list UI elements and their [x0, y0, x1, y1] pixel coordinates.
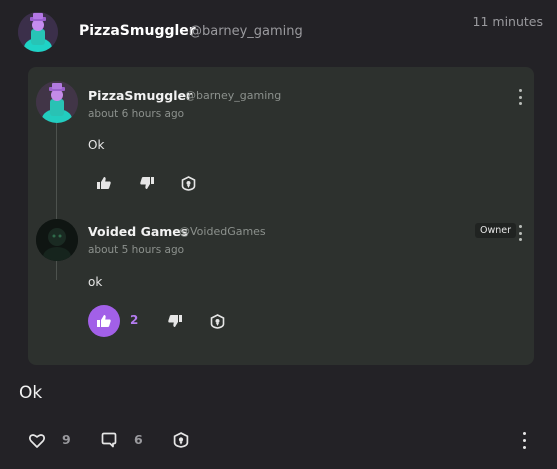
author-handle[interactable]: @barney_gaming	[189, 24, 303, 39]
author-avatar[interactable]	[18, 12, 58, 52]
thumbs-down-icon[interactable]	[165, 313, 185, 329]
comment-author-handle[interactable]: @barney_gaming	[185, 89, 281, 102]
comment-timestamp: about 5 hours ago	[88, 244, 185, 256]
like-count: 9	[62, 432, 71, 447]
comment-text: ok	[88, 275, 103, 289]
comment-author-handle[interactable]: @VoidedGames	[179, 225, 266, 238]
heart-icon[interactable]	[28, 431, 46, 449]
author-name[interactable]: PizzaSmuggler	[79, 23, 196, 39]
post-timestamp: 11 minutes	[472, 14, 543, 29]
more-vertical-icon[interactable]	[517, 89, 523, 105]
comment-avatar[interactable]	[36, 81, 78, 123]
comment-like-count: 2	[130, 313, 139, 327]
award-icon[interactable]	[172, 431, 190, 449]
more-vertical-icon[interactable]	[521, 432, 527, 449]
quoted-comment-card[interactable]: PizzaSmuggler @barney_gaming about 6 hou…	[28, 67, 534, 365]
comment-text: Ok	[88, 138, 105, 152]
owner-badge: Owner	[475, 223, 517, 238]
comment-timestamp: about 6 hours ago	[88, 108, 185, 120]
comment-icon[interactable]	[100, 431, 118, 449]
more-vertical-icon[interactable]	[517, 225, 523, 241]
comment-avatar[interactable]	[36, 219, 78, 261]
post-text: Ok	[19, 383, 43, 403]
thumbs-up-icon[interactable]	[88, 305, 120, 337]
award-icon[interactable]	[178, 173, 198, 193]
award-icon[interactable]	[207, 311, 227, 331]
post-card: PizzaSmuggler @barney_gaming 11 minutes …	[0, 0, 557, 469]
comment-count: 6	[134, 432, 143, 447]
comment-author-name[interactable]: Voided Games	[88, 224, 188, 239]
comment-author-name[interactable]: PizzaSmuggler	[88, 88, 192, 103]
thumbs-down-icon[interactable]	[137, 175, 157, 191]
thumbs-up-icon[interactable]	[94, 175, 114, 191]
